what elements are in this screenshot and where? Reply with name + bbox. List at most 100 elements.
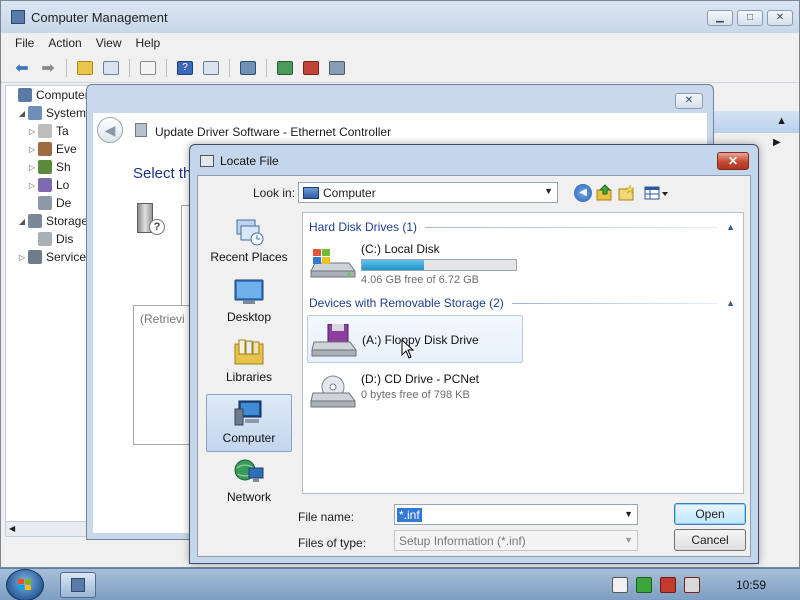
place-libraries[interactable]: Libraries	[206, 334, 292, 392]
network-status-icon[interactable]	[660, 577, 676, 593]
retrieving-list: (Retrievi	[133, 305, 191, 445]
expand-arrow-icon[interactable]: ▷	[26, 127, 38, 136]
files-of-type-select[interactable]: Setup Information (*.inf) ▼	[394, 530, 638, 551]
drive-name: (C:) Local Disk	[361, 242, 440, 256]
expand-arrow-icon[interactable]: ▷	[16, 253, 28, 262]
chevron-down-icon[interactable]: ▼	[624, 509, 633, 519]
place-label: Network	[226, 490, 271, 504]
drive-name: (D:) CD Drive - PCNet	[361, 372, 480, 386]
dialog-icon	[200, 155, 214, 167]
open-button[interactable]: Open	[674, 503, 746, 525]
back-button[interactable]: ◀	[97, 117, 123, 143]
group-header-hard-disk-drives[interactable]: Hard Disk Drives (1) ▲	[309, 219, 735, 235]
start-button[interactable]	[6, 569, 44, 600]
up-one-level-button[interactable]	[596, 184, 614, 202]
tree-item-label: Lo	[56, 178, 70, 192]
place-recent-places[interactable]: Recent Places	[206, 214, 292, 272]
toolbar-separator	[66, 58, 67, 77]
collapse-chevron-icon[interactable]: ▲	[726, 298, 735, 308]
create-new-folder-button[interactable]	[618, 184, 636, 202]
actions-pane-header[interactable]: ▲	[713, 111, 799, 133]
cancel-button[interactable]: Cancel	[674, 529, 746, 551]
file-name-input[interactable]: *.inf ▼	[394, 504, 638, 525]
show-hide-tree-button[interactable]	[100, 57, 122, 79]
taskbar-computer-management[interactable]	[60, 572, 96, 598]
expand-arrow-icon[interactable]: ▷	[26, 145, 38, 154]
action-center-icon[interactable]	[612, 577, 628, 593]
tree-item[interactable]: Dis	[6, 230, 90, 248]
show-action-pane-button[interactable]	[200, 57, 222, 79]
close-button[interactable]: ✕	[675, 93, 703, 109]
computer-management-icon	[71, 578, 85, 592]
network-icon	[233, 458, 265, 486]
look-in-combo[interactable]: Computer ▼	[298, 182, 558, 203]
group-header-removable-storage[interactable]: Devices with Removable Storage (2) ▲	[309, 295, 735, 311]
drive-free-space: 0 bytes free of 798 KB	[361, 389, 470, 401]
computer-icon	[303, 186, 319, 199]
disable-button[interactable]	[326, 57, 348, 79]
help-button[interactable]: ?	[174, 57, 196, 79]
retrieving-text: (Retrievi	[140, 312, 185, 326]
tree-item[interactable]: Computer	[6, 86, 90, 104]
tree-item[interactable]: ▷ Lo	[6, 176, 90, 194]
collapse-chevron-icon[interactable]: ▲	[726, 222, 735, 232]
expand-arrow-icon[interactable]: ◢	[16, 109, 28, 118]
security-shield-icon[interactable]	[636, 577, 652, 593]
expand-arrow-icon[interactable]: ◢	[16, 217, 28, 226]
properties-button[interactable]	[137, 57, 159, 79]
tree-item-label: Ta	[56, 124, 69, 138]
view-menu-button[interactable]	[644, 184, 670, 202]
drive-a[interactable]: (A:) Floppy Disk Drive	[307, 315, 523, 363]
tree-item[interactable]: ◢ Storage	[6, 212, 90, 230]
volume-muted-icon[interactable]	[684, 577, 700, 593]
toolbar: ⬅ ➡ ?	[1, 53, 799, 83]
tree-item[interactable]: De	[6, 194, 90, 212]
place-desktop[interactable]: Desktop	[206, 274, 292, 332]
forward-button[interactable]: ➡	[37, 57, 59, 79]
tree-node-icon	[38, 124, 52, 138]
recent-places-icon	[233, 218, 265, 246]
tree-item[interactable]: ▷ Eve	[6, 140, 90, 158]
minimize-button[interactable]: ▁	[707, 10, 733, 26]
tree-item[interactable]: ▷ Service	[6, 248, 90, 266]
tree-node-icon	[38, 142, 52, 156]
place-network[interactable]: Network	[206, 454, 292, 512]
cd-drive-icon	[309, 375, 357, 409]
maximize-button[interactable]: □	[737, 10, 763, 26]
folder-up-icon	[77, 60, 93, 75]
close-button[interactable]: ✕	[717, 152, 749, 170]
more-actions-arrow-icon[interactable]: ▶	[773, 137, 781, 148]
computer-management-icon	[11, 10, 25, 24]
menu-help[interactable]: Help	[136, 36, 161, 50]
close-button[interactable]: ✕	[767, 10, 793, 26]
windows-hard-disk-icon	[309, 245, 357, 279]
back-button[interactable]: ⬅	[11, 57, 33, 79]
scan-hardware-icon	[240, 60, 256, 75]
menu-bar: File Action View Help	[1, 33, 799, 53]
uninstall-button[interactable]	[300, 57, 322, 79]
files-of-type-value: Setup Information (*.inf)	[399, 533, 526, 548]
drive-c[interactable]: (C:) Local Disk 4.06 GB free of 6.72 GB	[307, 237, 523, 286]
tree-item[interactable]: ▷ Ta	[6, 122, 90, 140]
place-computer[interactable]: Computer	[206, 394, 292, 452]
clock[interactable]: 10:59	[736, 578, 766, 592]
menu-file[interactable]: File	[15, 36, 34, 50]
scan-hardware-button[interactable]	[237, 57, 259, 79]
file-list[interactable]: Hard Disk Drives (1) ▲ (C:) Local Disk 4…	[302, 212, 744, 494]
expand-arrow-icon[interactable]: ▷	[26, 163, 38, 172]
up-level-button[interactable]	[74, 57, 96, 79]
tree-item-label: Service	[46, 250, 87, 264]
expand-arrow-icon[interactable]: ▷	[26, 181, 38, 190]
horizontal-scrollbar[interactable]: ◀	[5, 521, 91, 537]
menu-view[interactable]: View	[96, 36, 122, 50]
drive-d[interactable]: (D:) CD Drive - PCNet 0 bytes free of 79…	[307, 367, 523, 413]
tree-node-icon	[38, 160, 52, 174]
back-button[interactable]: ◀	[574, 184, 592, 202]
menu-action[interactable]: Action	[48, 36, 81, 50]
tree-item[interactable]: ◢ System	[6, 104, 90, 122]
tree-item[interactable]: ▷ Sh	[6, 158, 90, 176]
update-driver-button[interactable]	[274, 57, 296, 79]
disk-usage-bar	[361, 259, 517, 271]
device-manager-icon	[135, 123, 147, 137]
dialog-content: Look in: Computer ▼ ◀ Recent Places Desk…	[197, 175, 751, 557]
